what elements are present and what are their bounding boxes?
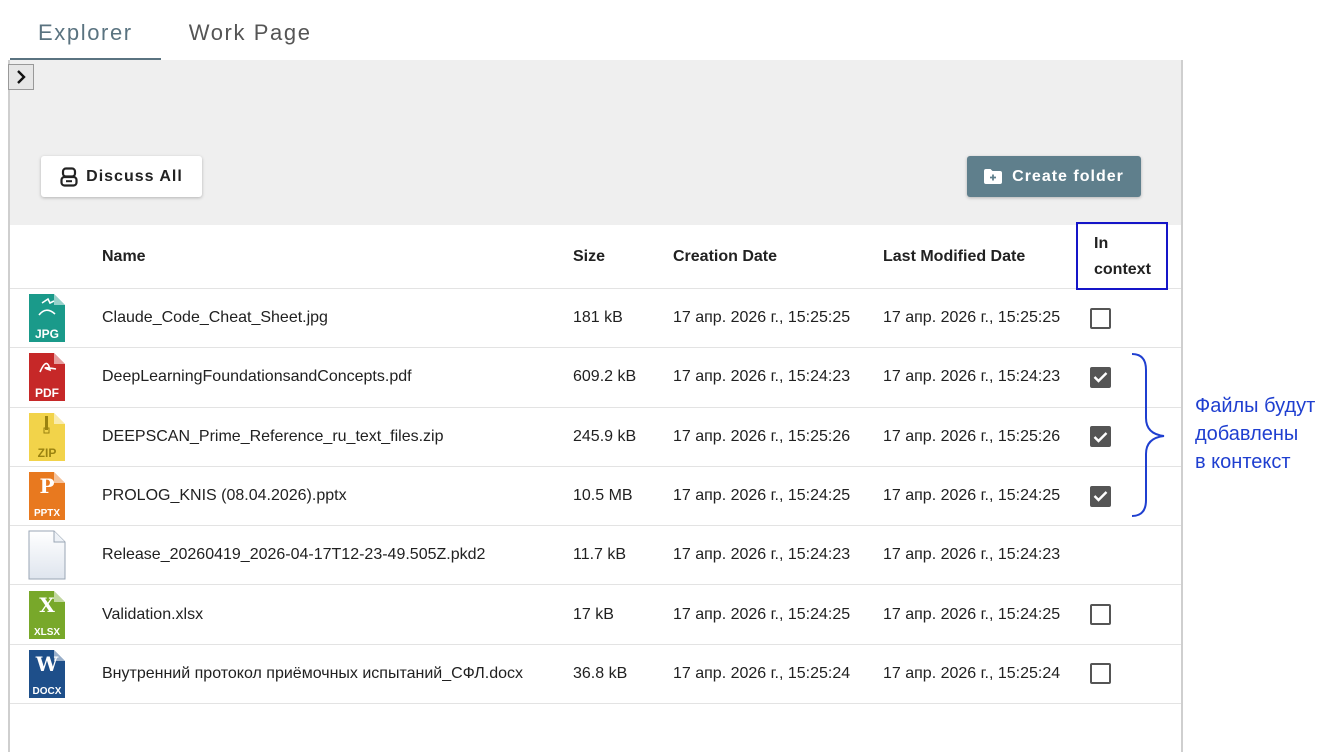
jpg-file-icon: JPG [29,294,65,343]
expand-sidebar-button[interactable] [8,64,34,90]
table-header-row: Name Size Creation Date Last Modified Da… [10,225,1181,289]
modified-date: 17 апр. 2026 г., 15:24:23 [883,368,1061,386]
file-type-label: PDF [35,386,59,400]
file-size: 17 kB [573,605,614,623]
creation-date: 17 апр. 2026 г., 15:24:25 [673,487,851,505]
in-context-checkbox[interactable] [1090,307,1111,329]
file-name[interactable]: DeepLearningFoundationsandConcepts.pdf [102,348,552,406]
tab-explorer[interactable]: Explorer [10,0,161,60]
creation-date: 17 апр. 2026 г., 15:25:24 [673,664,851,682]
in-context-cell [1090,645,1140,703]
discuss-all-button[interactable]: Discuss All [41,156,202,197]
modified-date: 17 апр. 2026 г., 15:25:26 [883,427,1061,445]
discuss-all-label: Discuss All [86,167,183,185]
file-name[interactable]: DEEPSCAN_Prime_Reference_ru_text_files.z… [102,408,552,466]
file-name[interactable]: Claude_Code_Cheat_Sheet.jpg [102,289,552,347]
table-row[interactable]: Release_20260419_2026-04-17T12-23-49.505… [10,526,1181,586]
in-context-cell [1090,526,1140,584]
file-size: 181 kB [573,309,623,327]
pdf-file-icon: PDF [29,353,65,402]
create-folder-label: Create folder [1012,167,1124,185]
file-size: 11.7 kB [573,546,627,564]
file-type-label: XLSX [34,627,60,638]
in-context-checkbox[interactable] [1090,426,1111,448]
file-icon-cell: X XLSX [28,585,68,643]
check-icon [1093,491,1108,502]
file-name[interactable]: PROLOG_KNIS (08.04.2026).pptx [102,467,552,525]
table-row[interactable]: X XLSX Validation.xlsx 17 kB 17 апр. 2026 г.… [10,585,1181,645]
annotation-line: добавлены [1195,423,1299,445]
file-name[interactable]: Validation.xlsx [102,585,552,643]
file-type-label: ZIP [38,446,57,460]
file-icon-cell: PDF [28,348,68,406]
svg-text:X: X [39,593,55,617]
file-name[interactable]: Release_20260419_2026-04-17T12-23-49.505… [102,526,552,584]
pptx-file-icon: P PPTX [29,472,65,521]
in-context-checkbox[interactable] [1090,485,1111,507]
creation-date: 17 апр. 2026 г., 15:24:23 [673,368,851,386]
in-context-cell [1090,289,1140,347]
zip-file-icon: ZIP [29,412,65,461]
file-type-label: DOCX [33,686,62,697]
modified-date: 17 апр. 2026 г., 15:25:24 [883,664,1061,682]
column-header-creation-date[interactable]: Creation Date [673,225,863,288]
table-row[interactable]: JPG Claude_Code_Cheat_Sheet.jpg 181 kB 17 а… [10,289,1181,349]
toolbar: Discuss All Create folder [8,60,1181,225]
modified-date: 17 апр. 2026 г., 15:24:25 [883,487,1061,505]
svg-text:P: P [39,474,54,498]
creation-date: 17 апр. 2026 г., 15:24:25 [673,605,851,623]
file-size: 10.5 MB [573,487,633,505]
tab-bar: Explorer Work Page [10,0,340,60]
file-icon-cell: ZIP [28,408,68,466]
tab-work-page[interactable]: Work Page [161,0,340,60]
file-table: Name Size Creation Date Last Modified Da… [10,225,1181,705]
check-icon [1093,372,1108,384]
file-icon-cell: W DOCX [28,645,68,703]
creation-date: 17 апр. 2026 г., 15:25:25 [673,309,851,327]
file-name[interactable]: Внутренний протокол приёмочных испытаний… [102,645,552,703]
in-context-checkbox[interactable] [1090,366,1111,388]
creation-date: 17 апр. 2026 г., 15:24:23 [673,546,851,564]
table-row[interactable]: PDF DeepLearningFoundationsandConcepts.pd… [10,348,1181,408]
file-size: 609.2 kB [573,368,637,386]
in-context-cell [1090,585,1140,643]
modified-date: 17 апр. 2026 г., 15:24:23 [883,546,1061,564]
annotation-line: Файлы будут [1195,395,1316,417]
svg-text:W: W [35,652,59,676]
table-row[interactable]: P PPTX PROLOG_KNIS (08.04.2026).pptx 10.5 M… [10,467,1181,527]
curly-brace-annotation [1131,353,1165,517]
column-header-name[interactable]: Name [102,225,552,288]
annotation-line: в контекст [1195,451,1291,473]
folder-add-icon [984,169,1003,184]
file-icon-cell: JPG [28,289,68,347]
in-context-checkbox[interactable] [1090,663,1111,685]
docx-file-icon: W DOCX [29,649,65,698]
modified-date: 17 апр. 2026 г., 15:25:25 [883,309,1061,327]
file-size: 245.9 kB [573,427,637,445]
column-header-size[interactable]: Size [573,225,653,288]
file-size: 36.8 kB [573,664,628,682]
file-icon-cell [28,526,68,584]
file-type-label: PPTX [34,508,60,519]
xlsx-file-icon: X XLSX [29,590,65,639]
file-type-label: JPG [35,327,59,341]
column-header-in-context: In context [1094,234,1151,278]
table-row[interactable]: ZIP DEEPSCAN_Prime_Reference_ru_text_file… [10,408,1181,467]
annotation-text: Файлы будут добавлены в контекст [1195,392,1315,476]
generic-file-icon [28,530,66,580]
creation-date: 17 апр. 2026 г., 15:25:26 [673,427,851,445]
check-icon [1093,431,1108,443]
chevron-right-icon [17,70,26,84]
agent-icon [60,166,78,187]
explorer-panel: Discuss All Create folder Name Size Crea… [8,60,1183,752]
in-context-checkbox[interactable] [1090,604,1111,626]
file-icon-cell: P PPTX [28,467,68,525]
modified-date: 17 апр. 2026 г., 15:24:25 [883,605,1061,623]
create-folder-button[interactable]: Create folder [967,156,1141,197]
table-row[interactable]: W DOCX Внутренний протокол приёмочных испы… [10,645,1181,705]
column-header-modified-date[interactable]: Last Modified Date [883,225,1073,288]
